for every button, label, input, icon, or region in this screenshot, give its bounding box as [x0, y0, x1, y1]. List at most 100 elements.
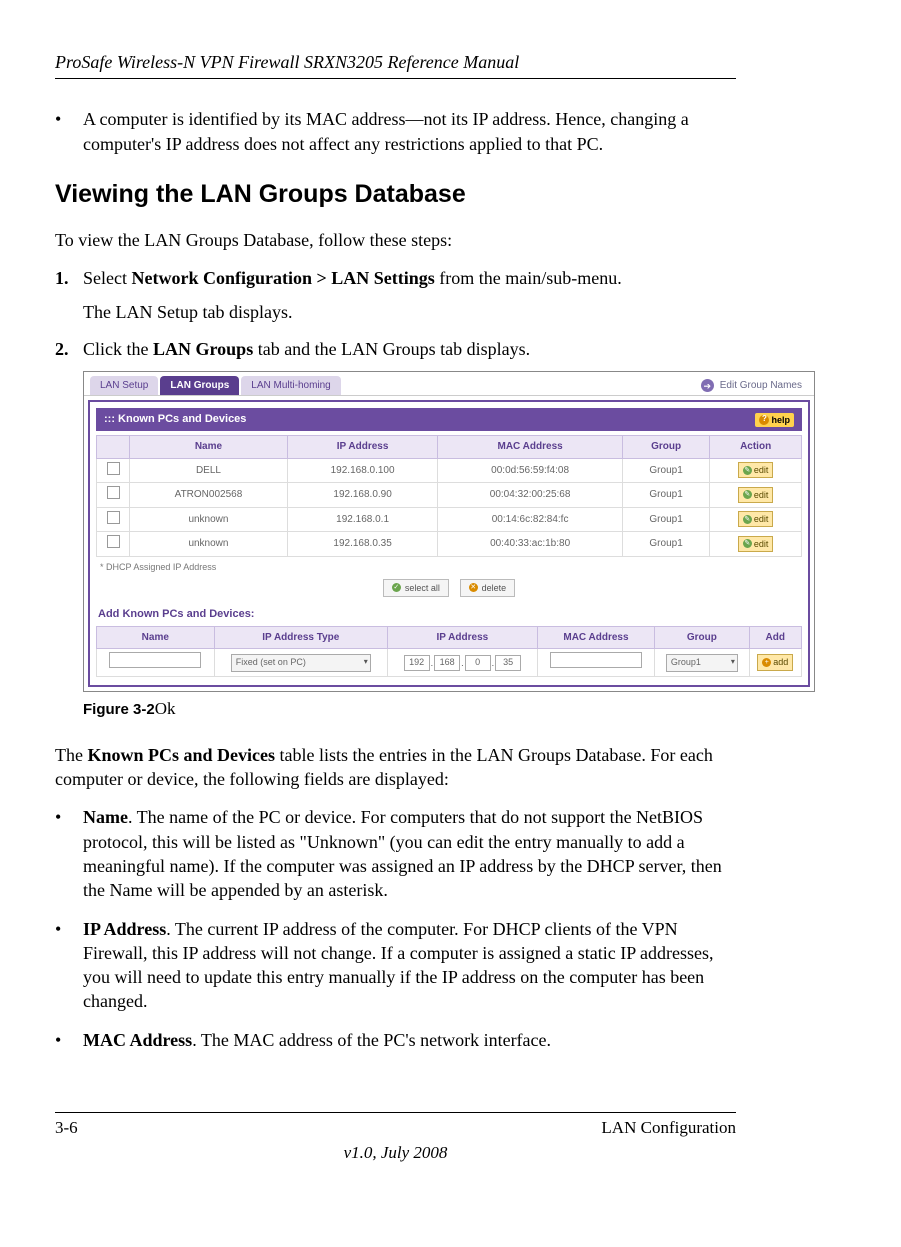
field-ip-body: IP Address. The current IP address of th…	[83, 917, 736, 1014]
add-col-iptype: IP Address Type	[214, 626, 387, 649]
check-icon: ✓	[392, 583, 401, 592]
field-name-row: • Name. The name of the PC or device. Fo…	[55, 805, 736, 902]
help-icon: ?	[759, 415, 769, 425]
add-col-ip: IP Address	[388, 626, 538, 649]
add-col-name: Name	[97, 626, 215, 649]
cell-name: unknown	[130, 532, 288, 557]
add-col-mac: MAC Address	[537, 626, 655, 649]
tab-lan-multihoming[interactable]: LAN Multi-homing	[241, 376, 340, 396]
cell-mac: 00:40:33:ac:1b:80	[438, 532, 623, 557]
cell-mac: 00:04:32:00:25:68	[438, 483, 623, 508]
afp-bold: Known PCs and Devices	[87, 745, 275, 765]
cell-name: DELL	[130, 458, 288, 483]
add-known-heading: Add Known PCs and Devices:	[98, 607, 808, 622]
known-pcs-title: ::: Known PCs and Devices	[104, 412, 246, 427]
add-col-add: Add	[749, 626, 801, 649]
ip-octet-4[interactable]: 35	[495, 655, 521, 671]
top-bullet-text: A computer is identified by its MAC addr…	[83, 107, 736, 156]
step-2-bold: LAN Groups	[153, 339, 253, 359]
table-row: unknown 192.168.0.35 00:40:33:ac:1b:80 G…	[97, 532, 802, 557]
footer-version: v1.0, July 2008	[55, 1142, 736, 1165]
col-ip: IP Address	[287, 436, 437, 459]
arrow-right-icon: ➔	[701, 379, 714, 392]
step-1-bold: Network Configuration > LAN Settings	[131, 268, 434, 288]
figure-suffix: Ok	[155, 699, 176, 718]
edit-button[interactable]: ✎edit	[738, 536, 774, 552]
table-row: unknown 192.168.0.1 00:14:6c:82:84:fc Gr…	[97, 507, 802, 532]
footer-section: LAN Configuration	[601, 1117, 736, 1140]
cell-ip: 192.168.0.100	[287, 458, 437, 483]
edit-icon: ✎	[743, 490, 752, 499]
tab-lan-groups[interactable]: LAN Groups	[160, 376, 239, 396]
table-button-row: ✓select all ✕delete	[90, 579, 808, 597]
figure-3-2-screenshot: LAN Setup LAN Groups LAN Multi-homing ➔ …	[83, 371, 815, 692]
ip-octet-1[interactable]: 192	[404, 655, 430, 671]
col-group: Group	[622, 436, 709, 459]
row-checkbox[interactable]	[107, 486, 120, 499]
field-mac-row: • MAC Address. The MAC address of the PC…	[55, 1028, 736, 1052]
col-mac: MAC Address	[438, 436, 623, 459]
field-ip-text: . The current IP address of the computer…	[83, 919, 714, 1012]
step-2-body: Click the LAN Groups tab and the LAN Gro…	[83, 337, 736, 361]
delete-button[interactable]: ✕delete	[460, 579, 516, 597]
bullet-mark: •	[55, 917, 83, 1014]
row-checkbox[interactable]	[107, 462, 120, 475]
field-name-text: . The name of the PC or device. For comp…	[83, 807, 722, 900]
cell-group: Group1	[622, 507, 709, 532]
edit-button[interactable]: ✎edit	[738, 462, 774, 478]
add-mac-input[interactable]	[550, 652, 642, 668]
field-mac-body: MAC Address. The MAC address of the PC's…	[83, 1028, 736, 1052]
ip-octet-2[interactable]: 168	[434, 655, 460, 671]
top-bullet-row: • A computer is identified by its MAC ad…	[55, 107, 736, 156]
tab-lan-setup[interactable]: LAN Setup	[90, 376, 158, 396]
cell-group: Group1	[622, 532, 709, 557]
col-name: Name	[130, 436, 288, 459]
step-1-number: 1.	[55, 266, 83, 290]
cell-group: Group1	[622, 458, 709, 483]
intro-paragraph: To view the LAN Groups Database, follow …	[55, 228, 736, 252]
edit-button[interactable]: ✎edit	[738, 511, 774, 527]
cell-name: ATRON002568	[130, 483, 288, 508]
add-header-row: Name IP Address Type IP Address MAC Addr…	[97, 626, 802, 649]
x-icon: ✕	[469, 583, 478, 592]
page-number: 3-6	[55, 1117, 78, 1140]
add-name-input[interactable]	[109, 652, 201, 668]
table-header-row: Name IP Address MAC Address Group Action	[97, 436, 802, 459]
row-checkbox[interactable]	[107, 511, 120, 524]
step-2: 2. Click the LAN Groups tab and the LAN …	[55, 337, 736, 361]
known-pcs-header: ::: Known PCs and Devices ? help	[96, 408, 802, 431]
add-ip-cell: 192.168.0.35	[388, 649, 538, 677]
help-link[interactable]: ? help	[755, 413, 794, 427]
add-input-row: Fixed (set on PC) 192.168.0.35 Group1 +a…	[97, 649, 802, 677]
doc-header-title: ProSafe Wireless-N VPN Firewall SRXN3205…	[55, 50, 736, 79]
add-known-table: Name IP Address Type IP Address MAC Addr…	[96, 626, 802, 677]
select-all-button[interactable]: ✓select all	[383, 579, 449, 597]
add-iptype-select[interactable]: Fixed (set on PC)	[231, 654, 371, 672]
edit-icon: ✎	[743, 466, 752, 475]
edit-group-names-label: Edit Group Names	[720, 379, 802, 393]
bullet-mark: •	[55, 805, 83, 902]
add-group-select[interactable]: Group1	[666, 654, 738, 672]
afp-pre: The	[55, 745, 87, 765]
add-col-group: Group	[655, 626, 749, 649]
row-checkbox[interactable]	[107, 535, 120, 548]
step-1: 1. Select Network Configuration > LAN Se…	[55, 266, 736, 290]
plus-icon: +	[762, 658, 771, 667]
field-name-body: Name. The name of the PC or device. For …	[83, 805, 736, 902]
cell-name: unknown	[130, 507, 288, 532]
ip-octet-3[interactable]: 0	[465, 655, 491, 671]
col-action: Action	[710, 436, 802, 459]
edit-button[interactable]: ✎edit	[738, 487, 774, 503]
help-label: help	[771, 414, 790, 426]
page-footer: 3-6 LAN Configuration	[55, 1112, 736, 1140]
cell-mac: 00:0d:56:59:f4:08	[438, 458, 623, 483]
step-1-body: Select Network Configuration > LAN Setti…	[83, 266, 736, 290]
edit-group-names-link[interactable]: ➔ Edit Group Names	[701, 379, 808, 393]
add-button[interactable]: +add	[757, 654, 793, 670]
known-pcs-panel: ::: Known PCs and Devices ? help Name IP…	[88, 400, 810, 686]
step-2-number: 2.	[55, 337, 83, 361]
field-ip-row: • IP Address. The current IP address of …	[55, 917, 736, 1014]
step-2-post: tab and the LAN Groups tab displays.	[253, 339, 530, 359]
figure-label: Figure 3-2	[83, 701, 155, 718]
cell-ip: 192.168.0.90	[287, 483, 437, 508]
